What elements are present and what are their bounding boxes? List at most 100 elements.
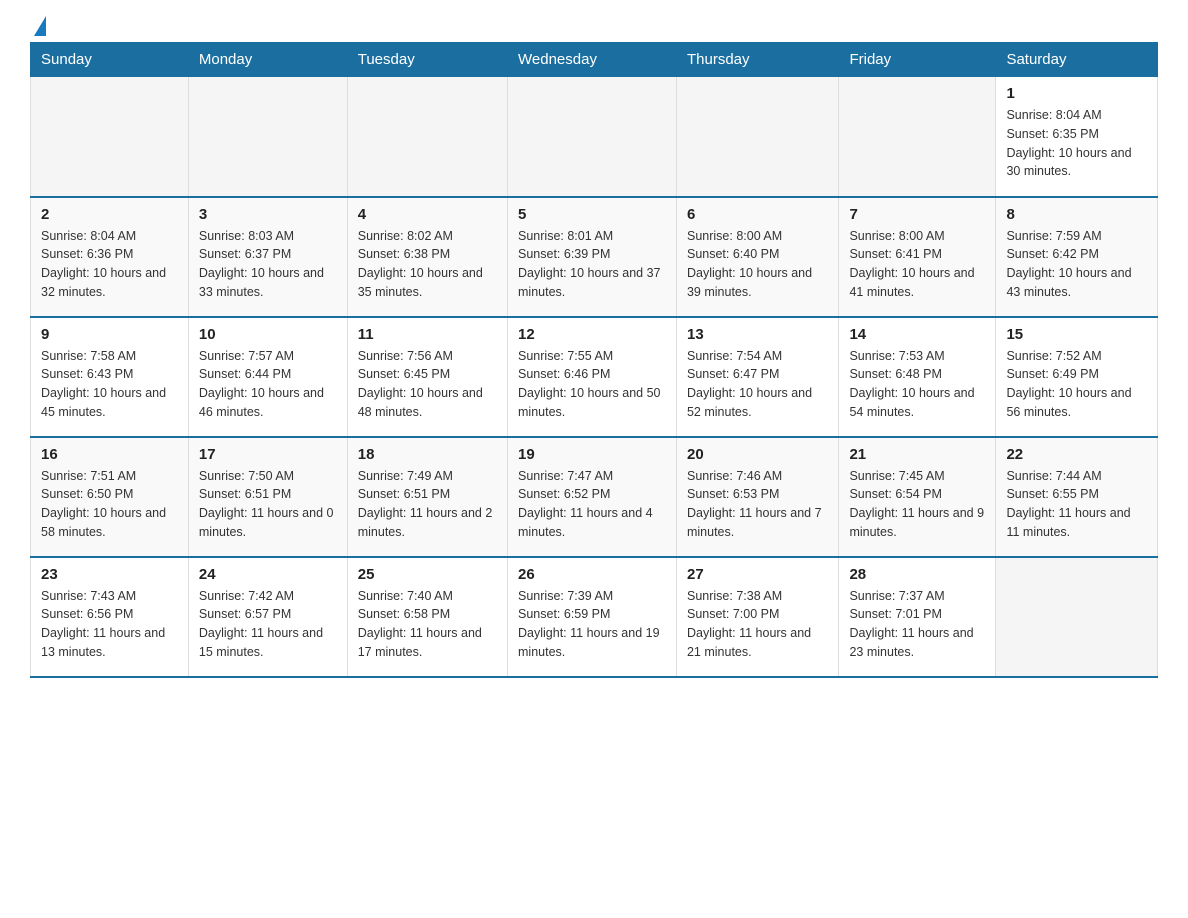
calendar-cell: 27 Sunrise: 7:38 AMSunset: 7:00 PMDayligh… <box>676 557 838 677</box>
calendar-cell: 11 Sunrise: 7:56 AMSunset: 6:45 PMDayligh… <box>347 317 507 437</box>
day-number: 27 <box>687 566 828 583</box>
day-info: Sunrise: 7:57 AMSunset: 6:44 PMDaylight:… <box>199 347 337 422</box>
day-info: Sunrise: 7:37 AMSunset: 7:01 PMDaylight:… <box>849 587 985 662</box>
calendar-cell: 8 Sunrise: 7:59 AMSunset: 6:42 PMDaylight… <box>996 197 1158 317</box>
calendar-cell: 3 Sunrise: 8:03 AMSunset: 6:37 PMDaylight… <box>188 197 347 317</box>
day-number: 13 <box>687 326 828 343</box>
calendar-cell: 21 Sunrise: 7:45 AMSunset: 6:54 PMDayligh… <box>839 437 996 557</box>
day-number: 20 <box>687 446 828 463</box>
calendar-cell <box>508 77 677 197</box>
page-header <box>30 20 1158 32</box>
calendar-cell: 2 Sunrise: 8:04 AMSunset: 6:36 PMDaylight… <box>31 197 189 317</box>
day-number: 28 <box>849 566 985 583</box>
weekday-header-saturday: Saturday <box>996 43 1158 77</box>
calendar-cell: 6 Sunrise: 8:00 AMSunset: 6:40 PMDaylight… <box>676 197 838 317</box>
day-info: Sunrise: 7:51 AMSunset: 6:50 PMDaylight:… <box>41 467 178 542</box>
calendar-cell: 7 Sunrise: 8:00 AMSunset: 6:41 PMDaylight… <box>839 197 996 317</box>
day-info: Sunrise: 7:56 AMSunset: 6:45 PMDaylight:… <box>358 347 497 422</box>
day-number: 4 <box>358 206 497 223</box>
day-number: 22 <box>1006 446 1147 463</box>
day-number: 5 <box>518 206 666 223</box>
day-info: Sunrise: 7:59 AMSunset: 6:42 PMDaylight:… <box>1006 227 1147 302</box>
day-info: Sunrise: 7:49 AMSunset: 6:51 PMDaylight:… <box>358 467 497 542</box>
day-info: Sunrise: 8:00 AMSunset: 6:40 PMDaylight:… <box>687 227 828 302</box>
day-info: Sunrise: 8:04 AMSunset: 6:36 PMDaylight:… <box>41 227 178 302</box>
day-info: Sunrise: 7:45 AMSunset: 6:54 PMDaylight:… <box>849 467 985 542</box>
weekday-header-tuesday: Tuesday <box>347 43 507 77</box>
day-number: 2 <box>41 206 178 223</box>
calendar-cell: 28 Sunrise: 7:37 AMSunset: 7:01 PMDayligh… <box>839 557 996 677</box>
day-info: Sunrise: 8:04 AMSunset: 6:35 PMDaylight:… <box>1006 106 1147 181</box>
day-info: Sunrise: 7:47 AMSunset: 6:52 PMDaylight:… <box>518 467 666 542</box>
calendar-table: SundayMondayTuesdayWednesdayThursdayFrid… <box>30 42 1158 678</box>
logo-triangle-icon <box>34 16 46 36</box>
calendar-cell: 23Sunrise: 7:43 AMSunset: 6:56 PMDayligh… <box>31 557 189 677</box>
calendar-cell: 12 Sunrise: 7:55 AMSunset: 6:46 PMDayligh… <box>508 317 677 437</box>
calendar-cell: 1 Sunrise: 8:04 AMSunset: 6:35 PMDaylight… <box>996 77 1158 197</box>
day-number: 10 <box>199 326 337 343</box>
calendar-cell: 5 Sunrise: 8:01 AMSunset: 6:39 PMDaylight… <box>508 197 677 317</box>
calendar-week-3: 9 Sunrise: 7:58 AMSunset: 6:43 PMDaylight… <box>31 317 1158 437</box>
calendar-cell: 10 Sunrise: 7:57 AMSunset: 6:44 PMDayligh… <box>188 317 347 437</box>
day-info: Sunrise: 8:01 AMSunset: 6:39 PMDaylight:… <box>518 227 666 302</box>
calendar-week-1: 1 Sunrise: 8:04 AMSunset: 6:35 PMDaylight… <box>31 77 1158 197</box>
day-number: 7 <box>849 206 985 223</box>
calendar-cell: 14 Sunrise: 7:53 AMSunset: 6:48 PMDayligh… <box>839 317 996 437</box>
calendar-cell: 18 Sunrise: 7:49 AMSunset: 6:51 PMDayligh… <box>347 437 507 557</box>
weekday-header-thursday: Thursday <box>676 43 838 77</box>
day-info: Sunrise: 7:52 AMSunset: 6:49 PMDaylight:… <box>1006 347 1147 422</box>
day-info: Sunrise: 7:53 AMSunset: 6:48 PMDaylight:… <box>849 347 985 422</box>
day-info: Sunrise: 7:44 AMSunset: 6:55 PMDaylight:… <box>1006 467 1147 542</box>
day-info: Sunrise: 7:42 AMSunset: 6:57 PMDaylight:… <box>199 587 337 662</box>
day-info: Sunrise: 7:54 AMSunset: 6:47 PMDaylight:… <box>687 347 828 422</box>
day-number: 1 <box>1006 85 1147 102</box>
day-info: Sunrise: 8:02 AMSunset: 6:38 PMDaylight:… <box>358 227 497 302</box>
calendar-cell: 26 Sunrise: 7:39 AMSunset: 6:59 PMDayligh… <box>508 557 677 677</box>
day-number: 9 <box>41 326 178 343</box>
calendar-week-4: 16 Sunrise: 7:51 AMSunset: 6:50 PMDayligh… <box>31 437 1158 557</box>
day-info: Sunrise: 7:55 AMSunset: 6:46 PMDaylight:… <box>518 347 666 422</box>
day-number: 8 <box>1006 206 1147 223</box>
day-number: 16 <box>41 446 178 463</box>
day-number: 18 <box>358 446 497 463</box>
day-number: 15 <box>1006 326 1147 343</box>
day-number: 17 <box>199 446 337 463</box>
calendar-cell: 16 Sunrise: 7:51 AMSunset: 6:50 PMDayligh… <box>31 437 189 557</box>
day-number: 12 <box>518 326 666 343</box>
day-number: 14 <box>849 326 985 343</box>
calendar-cell: 13 Sunrise: 7:54 AMSunset: 6:47 PMDayligh… <box>676 317 838 437</box>
calendar-cell <box>31 77 189 197</box>
weekday-header-wednesday: Wednesday <box>508 43 677 77</box>
day-number: 26 <box>518 566 666 583</box>
day-number: 11 <box>358 326 497 343</box>
day-info: Sunrise: 7:50 AMSunset: 6:51 PMDaylight:… <box>199 467 337 542</box>
day-number: 23 <box>41 566 178 583</box>
weekday-header-sunday: Sunday <box>31 43 189 77</box>
calendar-cell <box>188 77 347 197</box>
calendar-cell: 15 Sunrise: 7:52 AMSunset: 6:49 PMDayligh… <box>996 317 1158 437</box>
day-number: 6 <box>687 206 828 223</box>
weekday-header-row: SundayMondayTuesdayWednesdayThursdayFrid… <box>31 43 1158 77</box>
day-info: Sunrise: 7:58 AMSunset: 6:43 PMDaylight:… <box>41 347 178 422</box>
day-number: 3 <box>199 206 337 223</box>
calendar-cell: 20 Sunrise: 7:46 AMSunset: 6:53 PMDayligh… <box>676 437 838 557</box>
day-info: Sunrise: 7:46 AMSunset: 6:53 PMDaylight:… <box>687 467 828 542</box>
day-info: Sunrise: 8:03 AMSunset: 6:37 PMDaylight:… <box>199 227 337 302</box>
day-number: 25 <box>358 566 497 583</box>
day-info: Sunrise: 7:38 AMSunset: 7:00 PMDaylight:… <box>687 587 828 662</box>
logo <box>30 20 46 32</box>
calendar-week-2: 2 Sunrise: 8:04 AMSunset: 6:36 PMDaylight… <box>31 197 1158 317</box>
day-info: Sunrise: 8:00 AMSunset: 6:41 PMDaylight:… <box>849 227 985 302</box>
calendar-cell: 22 Sunrise: 7:44 AMSunset: 6:55 PMDayligh… <box>996 437 1158 557</box>
day-info: Sunrise: 7:40 AMSunset: 6:58 PMDaylight:… <box>358 587 497 662</box>
day-number: 21 <box>849 446 985 463</box>
calendar-cell: 24 Sunrise: 7:42 AMSunset: 6:57 PMDayligh… <box>188 557 347 677</box>
day-number: 24 <box>199 566 337 583</box>
calendar-cell <box>676 77 838 197</box>
day-number: 19 <box>518 446 666 463</box>
calendar-cell: 9 Sunrise: 7:58 AMSunset: 6:43 PMDaylight… <box>31 317 189 437</box>
day-info: Sunrise: 7:39 AMSunset: 6:59 PMDaylight:… <box>518 587 666 662</box>
weekday-header-friday: Friday <box>839 43 996 77</box>
weekday-header-monday: Monday <box>188 43 347 77</box>
calendar-week-5: 23Sunrise: 7:43 AMSunset: 6:56 PMDayligh… <box>31 557 1158 677</box>
